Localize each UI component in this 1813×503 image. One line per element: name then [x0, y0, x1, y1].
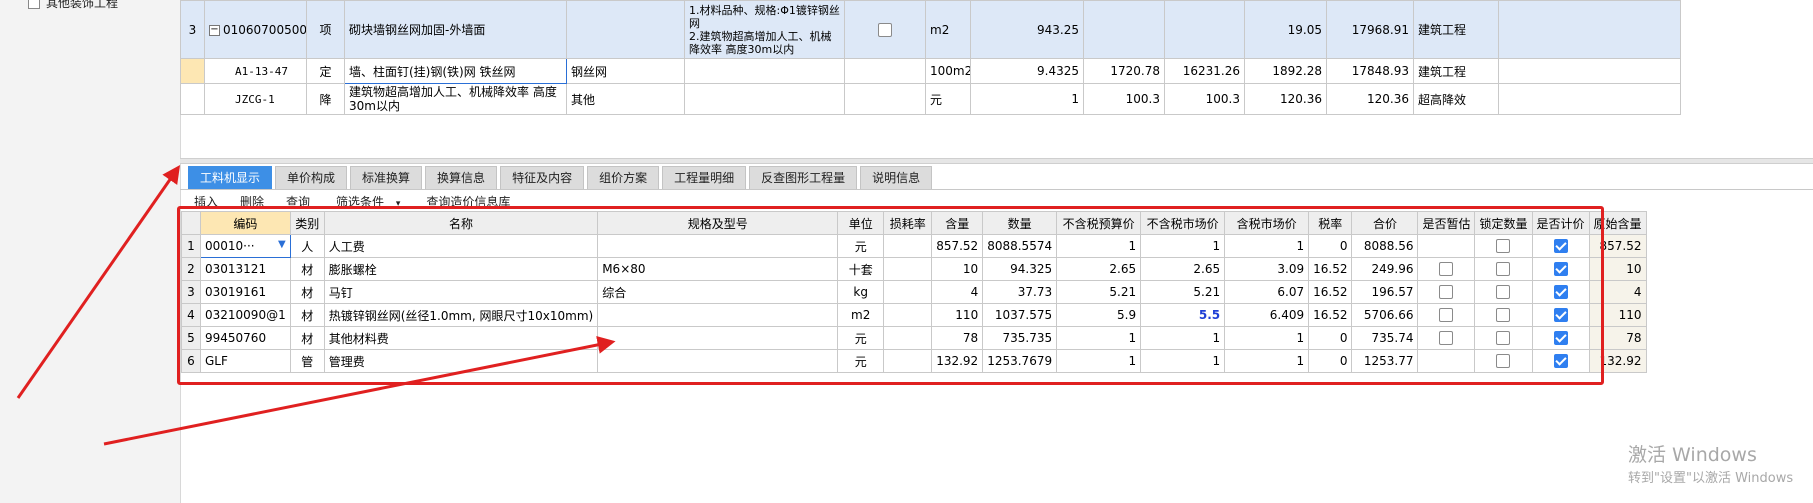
annotation-arrows	[16, 165, 616, 446]
arrow-to-grid	[103, 336, 616, 446]
windows-watermark-title: 激活 Windows	[1628, 444, 1757, 466]
arrow-to-tab	[16, 165, 181, 399]
windows-watermark-subtitle: 转到"设置"以激活 Windows	[1628, 471, 1794, 486]
